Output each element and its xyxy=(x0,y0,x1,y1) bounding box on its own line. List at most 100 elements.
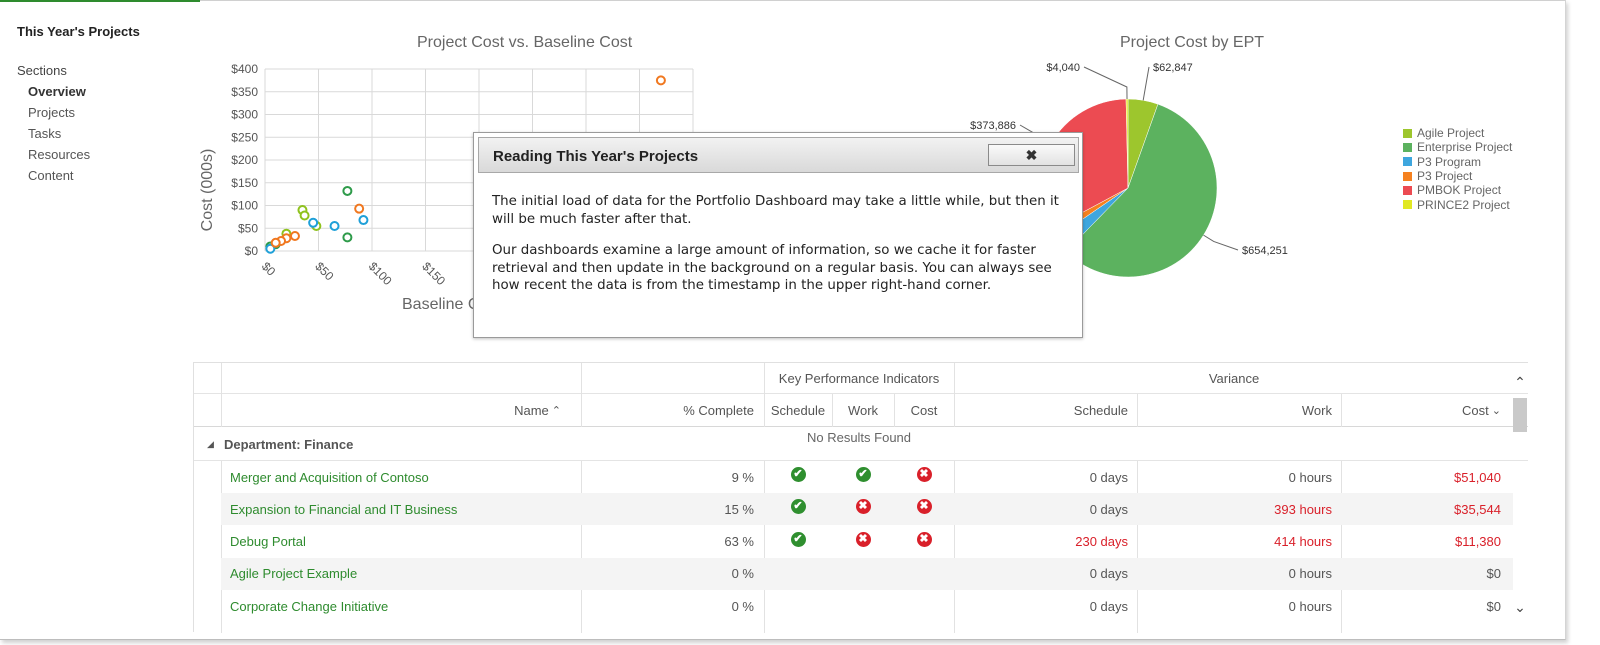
y-tick-label: $50 xyxy=(238,221,258,235)
column-header-kpi-cost[interactable]: Cost xyxy=(894,394,954,427)
x-tick-label: $100 xyxy=(366,259,395,288)
top-divider xyxy=(200,0,1565,1)
grid-scrollbar[interactable]: ⌃ ⌄ xyxy=(1512,374,1528,619)
project-name-text[interactable]: Corporate Change Initiative xyxy=(230,599,388,614)
scroll-up-icon[interactable]: ⌃ xyxy=(1512,374,1528,390)
table-row[interactable]: Expansion to Financial and IT Business 15… xyxy=(221,493,1513,526)
kpi-bad-icon: ✖ xyxy=(855,531,871,547)
table-row[interactable]: Corporate Change Initiative 0 % 0 days 0 ho… xyxy=(221,590,1513,622)
column-header-var-schedule[interactable]: Schedule xyxy=(954,394,1137,427)
y-tick-label: $250 xyxy=(231,130,258,144)
sidebar-item-projects[interactable]: Projects xyxy=(17,103,187,124)
pie-leader-line xyxy=(1203,234,1239,251)
column-header-var-work[interactable]: Work xyxy=(1137,394,1341,427)
project-name-link[interactable]: Corporate Change Initiative xyxy=(221,590,573,622)
variance-schedule: 0 days xyxy=(1089,566,1128,582)
project-name-text[interactable]: Debug Portal xyxy=(230,534,306,549)
legend-label: PRINCE2 Project xyxy=(1417,197,1510,212)
table-row[interactable]: Debug Portal 63 % ✔ ✖ ✖ 230 days 414 hours $11,… xyxy=(221,526,1513,558)
table-row[interactable]: Agile Project Example 0 % 0 days 0 hours $0 xyxy=(221,557,1513,590)
kpi-ok-icon: ✔ xyxy=(790,467,806,482)
grid-divider xyxy=(954,363,955,427)
no-results-message: No Results Found xyxy=(806,429,912,445)
x-tick-label: $0 xyxy=(259,259,279,279)
info-dialog: Reading This Year's Projects ✖ The initi… xyxy=(473,132,1083,338)
legend-item: PMBOK Project xyxy=(1403,183,1512,197)
y-tick-label: $100 xyxy=(231,199,258,213)
pie-leader-line xyxy=(1142,66,1150,101)
dialog-header: Reading This Year's Projects ✖ xyxy=(478,137,1079,173)
kpi-cell: ✔ xyxy=(764,526,832,558)
scrollbar-thumb[interactable] xyxy=(1513,398,1527,432)
scatter-point xyxy=(299,210,310,221)
project-name-link[interactable]: Expansion to Financial and IT Business xyxy=(221,493,573,525)
scroll-down-icon[interactable]: ⌄ xyxy=(1512,599,1528,615)
sidebar-item-resources[interactable]: Resources xyxy=(17,145,187,166)
legend-swatch xyxy=(1403,128,1412,138)
column-header-complete[interactable]: % Complete xyxy=(581,394,764,427)
collapse-triangle-icon[interactable]: ◢ xyxy=(207,427,214,461)
legend-swatch xyxy=(1403,157,1412,167)
project-name-text[interactable]: Agile Project Example xyxy=(230,566,357,581)
y-tick-label: $150 xyxy=(231,176,258,190)
grid-group-header-row: Key Performance Indicators Variance xyxy=(194,363,1528,394)
project-name-text[interactable]: Merger and Acquisition of Contoso xyxy=(230,470,429,485)
legend-swatch xyxy=(1403,171,1412,181)
project-name-text[interactable]: Expansion to Financial and IT Business xyxy=(230,502,457,517)
legend-swatch xyxy=(1403,200,1412,210)
sidebar-item-content[interactable]: Content xyxy=(17,166,187,187)
project-name-link[interactable]: Merger and Acquisition of Contoso xyxy=(221,461,573,493)
pie-legend: Agile Project Enterprise Project P3 Progra… xyxy=(1403,126,1512,212)
sidebar-item-overview[interactable]: Overview xyxy=(17,82,187,103)
sort-descending-icon: ⌄ xyxy=(1491,405,1501,417)
project-name-link[interactable]: Debug Portal xyxy=(221,526,573,558)
pie-chart-title: Project Cost by EPT xyxy=(1120,34,1265,51)
variance-schedule: 0 days xyxy=(1089,469,1128,485)
variance-work: 414 hours xyxy=(1274,534,1332,550)
dialog-paragraph: Our dashboards examine a large amount of… xyxy=(492,243,1052,293)
variance-cost: $35,544 xyxy=(1454,501,1501,517)
pie-data-label: $4,040 xyxy=(1046,62,1080,74)
column-header-kpi-work[interactable]: Work xyxy=(832,394,894,427)
y-axis-label: Cost (000s) xyxy=(199,149,216,232)
project-name-link[interactable]: Agile Project Example xyxy=(221,558,573,590)
kpi-cell: ✔ xyxy=(832,461,894,493)
kpi-cell: ✔ xyxy=(764,493,832,525)
variance-work: 0 hours xyxy=(1288,598,1332,614)
y-tick-label: $300 xyxy=(231,108,258,122)
kpi-ok-icon: ✔ xyxy=(790,499,806,515)
grid-divider xyxy=(581,363,582,427)
pie-data-label: $62,847 xyxy=(1153,62,1193,74)
variance-schedule: 0 days xyxy=(1089,598,1128,614)
close-button[interactable]: ✖ xyxy=(988,144,1075,166)
group-row-finance[interactable]: ◢ Department: Finance No Results Found xyxy=(194,427,1528,461)
y-tick-label: $400 xyxy=(231,62,258,76)
column-header-kpi-schedule[interactable]: Schedule xyxy=(764,394,832,427)
sections-label: Sections xyxy=(17,63,67,78)
table-row[interactable]: Merger and Acquisition of Contoso 9 % ✔ ✔ ✖ 0… xyxy=(221,461,1513,493)
kpi-cell: ✔ xyxy=(764,461,832,493)
sidebar-item-tasks[interactable]: Tasks xyxy=(17,124,187,145)
variance-schedule: 0 days xyxy=(1089,501,1128,517)
kpi-cell: ✖ xyxy=(832,526,894,558)
legend-label: P3 Program xyxy=(1417,154,1482,169)
grid-divider xyxy=(1137,394,1138,427)
percent-complete: 15 % xyxy=(724,501,754,517)
kpi-cell: ✖ xyxy=(894,461,954,493)
kpi-bad-icon: ✖ xyxy=(916,499,932,515)
y-tick-label: $0 xyxy=(245,244,259,258)
percent-complete: 63 % xyxy=(724,534,754,550)
x-tick-label: $50 xyxy=(312,259,336,283)
column-header-var-cost[interactable]: Cost ⌄ xyxy=(1341,394,1513,427)
scatter-point xyxy=(358,215,369,226)
pie-data-label: $654,251 xyxy=(1242,245,1288,257)
kpi-bad-icon: ✖ xyxy=(916,531,932,547)
grid-divider xyxy=(894,394,895,427)
column-header-name[interactable]: Name ⌃ xyxy=(221,394,573,427)
variance-cost: $11,380 xyxy=(1454,534,1501,550)
grid-divider xyxy=(832,394,833,427)
sort-ascending-icon: ⌃ xyxy=(551,405,561,417)
legend-label: PMBOK Project xyxy=(1417,183,1502,198)
kpi-cell: ✖ xyxy=(832,493,894,525)
percent-complete: 0 % xyxy=(731,598,754,614)
